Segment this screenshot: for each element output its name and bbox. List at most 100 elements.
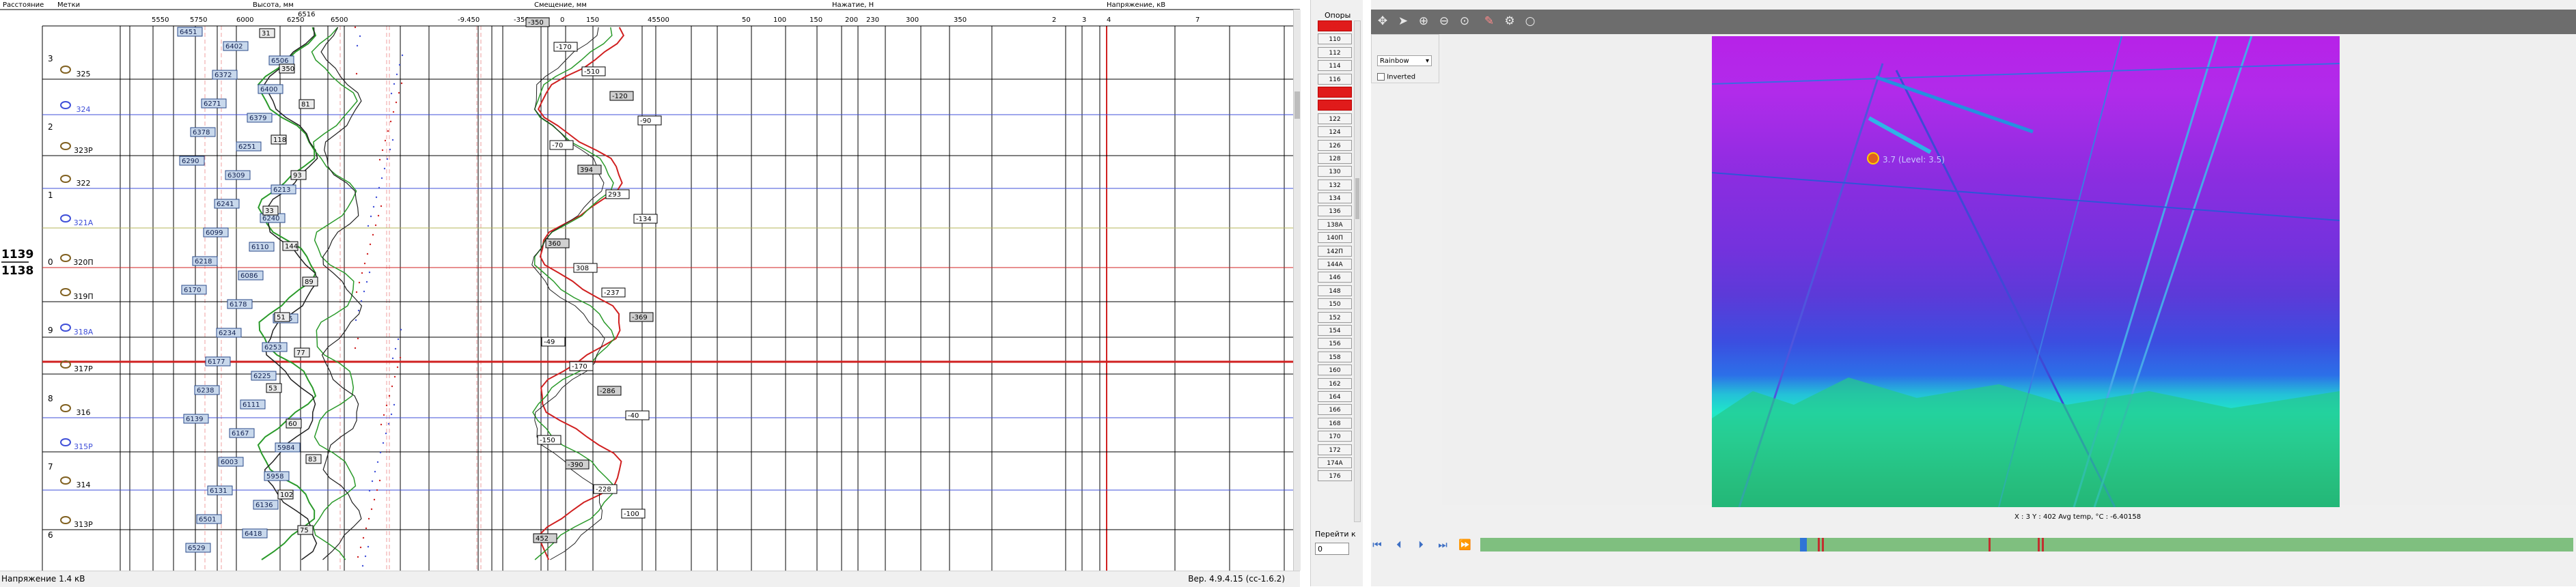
chart-scrollbar[interactable]	[1293, 10, 1301, 571]
pole-item[interactable]: 140П	[1318, 232, 1352, 244]
height-label-text: 6139	[186, 416, 203, 423]
pole-mark-label: 324	[77, 105, 91, 114]
pole-item[interactable]: 132	[1318, 179, 1352, 190]
last-frame-icon[interactable]: ⏩	[1458, 538, 1471, 552]
reset-icon[interactable]: ○	[1521, 12, 1539, 30]
pan-icon[interactable]: ✥	[1374, 12, 1391, 30]
height-label-text: 5958	[266, 473, 283, 481]
inverted-checkbox[interactable]: Inverted	[1377, 73, 1415, 81]
pole-item[interactable]: 156	[1318, 338, 1352, 349]
measurement-chart-panel[interactable]: Расстояние Метки Высота, мм Смещение, мм…	[0, 0, 1301, 587]
pole-item[interactable]: 122	[1318, 113, 1352, 124]
height-value-label: 6372	[212, 70, 238, 80]
next-frame-icon[interactable]: ⏭	[1437, 538, 1449, 552]
thermal-image[interactable]: 3.7 (Level: 3.5)	[1712, 36, 2340, 507]
image-info: X : 3 Y : 402 Avg temp, °C : -6.40158	[2014, 513, 2142, 521]
chart-scroll-thumb[interactable]	[1294, 91, 1300, 119]
scatter-point	[399, 356, 402, 359]
header-voltage: Напряжение, кВ	[1107, 1, 1165, 9]
pole-item[interactable]: 108	[1318, 20, 1352, 31]
play-icon[interactable]: ⏵	[1415, 538, 1427, 552]
pole-item[interactable]: 144А	[1318, 259, 1352, 270]
scatter-point	[355, 72, 358, 75]
pole-circle	[60, 438, 71, 446]
pole-item[interactable]: 152	[1318, 311, 1352, 323]
height-label-text: 6253	[264, 344, 281, 352]
pole-item[interactable]: 158	[1318, 351, 1352, 362]
height-value-label: 6418	[242, 528, 268, 539]
palette-select[interactable]: Rainbow ▾	[1377, 55, 1432, 66]
pole-item[interactable]: 148	[1318, 285, 1352, 296]
pole-item[interactable]: 142П	[1318, 245, 1352, 257]
pole-item[interactable]: 164	[1318, 390, 1352, 402]
timeline-cursor[interactable]	[1800, 538, 1807, 552]
pole-item[interactable]: 172	[1318, 444, 1352, 455]
pole-item[interactable]: 130	[1318, 166, 1352, 177]
km-mark: 1	[48, 190, 53, 200]
stagger-label-text: 77	[296, 349, 305, 357]
goto-input[interactable]: 0	[1315, 543, 1349, 555]
app-window: Расстояние Метки Высота, мм Смещение, мм…	[0, 0, 2576, 587]
pole-item[interactable]: 170	[1318, 431, 1352, 442]
pole-item[interactable]: 114	[1318, 60, 1352, 72]
pole-item[interactable]: 160	[1318, 364, 1352, 376]
height-value-label: 6136	[253, 500, 279, 510]
pointer-icon[interactable]: ➤	[1394, 12, 1412, 30]
pole-item[interactable]: 124	[1318, 126, 1352, 138]
frame-timeline[interactable]	[1480, 538, 2573, 552]
pole-mark-label: 319П	[73, 292, 93, 301]
pole-item[interactable]: 174А	[1318, 457, 1352, 468]
poles-scrollbar[interactable]	[1354, 20, 1361, 522]
measure-tool-icon[interactable]: ✎	[1480, 12, 1498, 30]
height-label-text: 6451	[180, 29, 197, 36]
pole-item[interactable]: 146	[1318, 272, 1352, 283]
height-label-text: 6372	[214, 72, 232, 79]
pole-item[interactable]: 118	[1318, 86, 1352, 98]
pole-item[interactable]: 136	[1318, 205, 1352, 217]
pole-item[interactable]: 166	[1318, 404, 1352, 416]
pole-mark-label: 316	[77, 408, 91, 417]
height-tick-3: 6000	[236, 16, 253, 24]
pole-item[interactable]: 150	[1318, 298, 1352, 310]
timeline-marker	[1989, 538, 1991, 552]
pole-item[interactable]: 110	[1318, 33, 1352, 45]
scatter-point	[380, 423, 383, 426]
offset-value-label: -369	[629, 312, 654, 322]
pole-item[interactable]: 128	[1318, 152, 1352, 164]
pole-item[interactable]: 126	[1318, 139, 1352, 151]
first-frame-icon[interactable]: ⏮	[1371, 538, 1383, 552]
height-tick-5: 6516	[298, 11, 315, 18]
scatter-point	[362, 536, 365, 539]
pole-item[interactable]: 138А	[1318, 218, 1352, 230]
poles-list[interactable]: 108 110 112 114 116 118 120 122 124 126 128 130 132 1…	[1318, 20, 1352, 522]
scatter-point	[365, 281, 368, 283]
zoom-out-icon[interactable]: ⊖	[1435, 12, 1453, 30]
height-value-label: 6271	[201, 98, 227, 109]
pole-item[interactable]: 176	[1318, 470, 1352, 482]
scatter-point	[368, 489, 371, 492]
checkbox-icon[interactable]	[1377, 73, 1385, 81]
offset-label-text: -170	[572, 363, 587, 371]
height-label-text: 6178	[230, 301, 247, 309]
scatter-point	[394, 347, 397, 350]
prev-frame-icon[interactable]: ⏴	[1393, 538, 1405, 552]
pole-item[interactable]: 112	[1318, 46, 1352, 58]
zoom-fit-icon[interactable]: ⊙	[1456, 12, 1473, 30]
pole-item[interactable]: 134	[1318, 192, 1352, 204]
poles-scroll-thumb[interactable]	[1355, 178, 1359, 219]
pole-item[interactable]: 116	[1318, 73, 1352, 85]
pole-item[interactable]: 120	[1318, 100, 1352, 111]
stagger-value-label: 31	[259, 28, 275, 38]
timeline-marker	[1822, 538, 1824, 552]
pole-item[interactable]: 168	[1318, 417, 1352, 429]
timeline-marker	[1818, 538, 1820, 552]
stagger-value-label: 350	[279, 63, 295, 74]
zoom-in-icon[interactable]: ⊕	[1415, 12, 1432, 30]
goto-label: Перейти к	[1315, 530, 1356, 539]
hotspot-marker[interactable]	[1867, 152, 1879, 164]
settings-icon[interactable]: ⚙	[1501, 12, 1519, 30]
pole-item[interactable]: 154	[1318, 324, 1352, 336]
pole-item[interactable]: 162	[1318, 377, 1352, 389]
height-value-label: 6099	[203, 227, 229, 238]
scatter-point	[357, 337, 359, 340]
